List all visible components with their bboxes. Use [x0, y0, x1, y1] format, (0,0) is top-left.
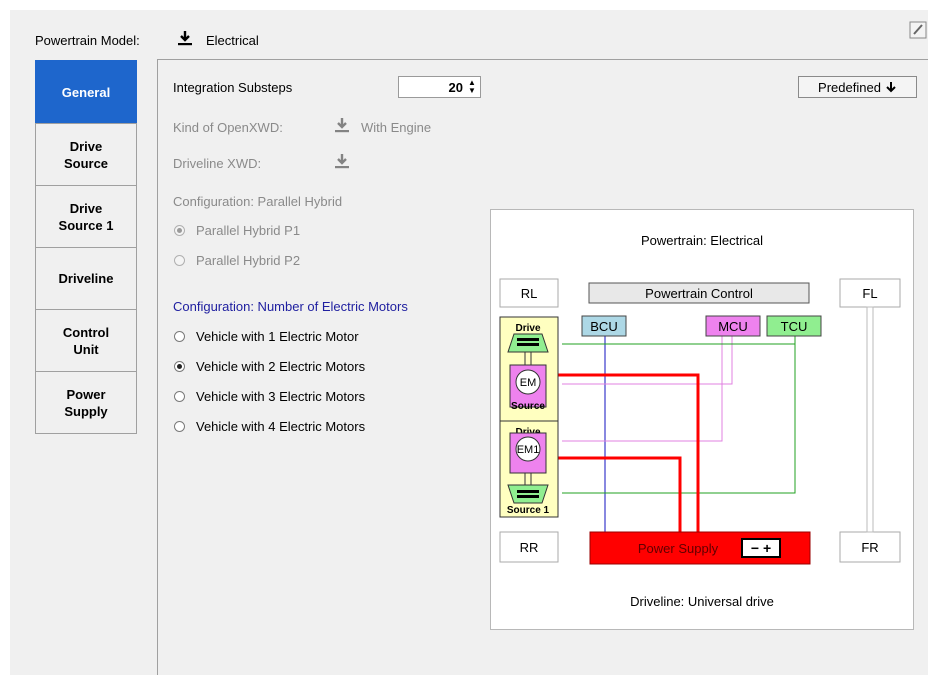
front-axle-shaft — [866, 306, 874, 533]
wheel-fl-label: FL — [862, 286, 877, 301]
hybrid-p1-label: Parallel Hybrid P1 — [196, 223, 301, 238]
motor-3-label: Vehicle with 3 Electric Motors — [196, 389, 366, 404]
tab-power-supply[interactable]: Power Supply — [35, 371, 137, 434]
motor-2-label: Vehicle with 2 Electric Motors — [196, 359, 366, 374]
wheel-rl-label: RL — [521, 286, 538, 301]
tab-drive-source[interactable]: Drive Source — [35, 123, 137, 186]
power-supply-label: Power Supply — [638, 541, 719, 556]
tab-drive-source-label: Drive Source — [63, 138, 109, 171]
radio-motor-2[interactable] — [174, 361, 185, 372]
wheel-rr-label: RR — [520, 540, 539, 555]
arrow-down-icon — [886, 82, 896, 93]
motor-4-label: Vehicle with 4 Electric Motors — [196, 419, 366, 434]
gearbox-bottom-icon — [507, 484, 549, 504]
tab-power-supply-label: Power Supply — [64, 386, 108, 419]
predefined-button[interactable]: Predefined — [798, 76, 917, 98]
power-line-em — [556, 373, 700, 532]
driveline-xwd-label: Driveline XWD: — [173, 156, 262, 171]
motor-1-label: Vehicle with 1 Electric Motor — [196, 329, 359, 344]
diagram-canvas: Powertrain: Electrical RL FL RR FR Power… — [499, 233, 901, 609]
gear-bar-1 — [517, 338, 539, 341]
gear-bar-2 — [517, 343, 539, 346]
mcu-label: MCU — [718, 319, 748, 334]
em-label: EM — [520, 377, 537, 389]
bcu-label: BCU — [590, 319, 617, 334]
em1-label: EM1 — [517, 444, 540, 456]
power-line-em1 — [556, 456, 682, 532]
powertrain-diagram: Powertrain: Electrical RL FL RR FR Power… — [490, 209, 914, 630]
radio-motor-3[interactable] — [174, 391, 185, 402]
substeps-spinner[interactable]: 20 ▲ ▼ — [398, 76, 481, 98]
predefined-label: Predefined — [818, 79, 881, 95]
openxwd-value: With Engine — [361, 120, 432, 135]
wheel-fr-label: FR — [861, 540, 878, 555]
spinner-arrows-icon[interactable]: ▲ ▼ — [466, 79, 478, 95]
source-bottom-label: Source 1 — [507, 505, 550, 516]
download-icon[interactable] — [176, 29, 194, 47]
config-hybrid-label: Configuration: Parallel Hybrid — [173, 194, 343, 209]
tcu-label: TCU — [781, 319, 808, 334]
powertrain-model-value: Electrical — [206, 33, 259, 48]
drive-top-label: Drive — [515, 323, 540, 334]
edit-icon[interactable] — [908, 20, 928, 40]
download-icon — [335, 154, 349, 169]
radio-motor-1[interactable] — [174, 331, 185, 342]
substeps-value: 20 — [448, 80, 463, 95]
battery-label: − + — [751, 540, 771, 556]
content-border-left — [157, 59, 158, 675]
tab-general-label: General — [61, 84, 111, 100]
download-icon — [335, 118, 349, 133]
powertrain-control-label: Powertrain Control — [645, 286, 753, 301]
tab-drive-source-1-label: Drive Source 1 — [58, 200, 114, 233]
tab-general[interactable]: General — [35, 60, 137, 124]
substeps-label: Integration Substeps — [173, 80, 293, 95]
config-motors-label: Configuration: Number of Electric Motors — [173, 299, 408, 314]
radio-motor-4[interactable] — [174, 421, 185, 432]
radio-hybrid-p1 — [174, 225, 185, 236]
powertrain-model-label: Powertrain Model: — [35, 33, 140, 48]
diagram-title: Powertrain: Electrical — [641, 233, 763, 248]
diagram-footer: Driveline: Universal drive — [630, 594, 774, 609]
gear-bar-3 — [517, 490, 539, 493]
tab-drive-source-1[interactable]: Drive Source 1 — [35, 185, 137, 248]
hybrid-p2-label: Parallel Hybrid P2 — [196, 253, 301, 268]
tab-control-unit-label: Control Unit — [62, 324, 110, 357]
tab-control-unit[interactable]: Control Unit — [35, 309, 137, 372]
tab-driveline[interactable]: Driveline — [35, 247, 137, 310]
openxwd-label: Kind of OpenXWD: — [173, 120, 283, 135]
source-top-label: Source — [511, 401, 545, 412]
tab-driveline-label: Driveline — [58, 271, 114, 286]
radio-hybrid-p2 — [174, 255, 185, 266]
content-border-top — [157, 59, 928, 60]
gear-bar-4 — [517, 495, 539, 498]
